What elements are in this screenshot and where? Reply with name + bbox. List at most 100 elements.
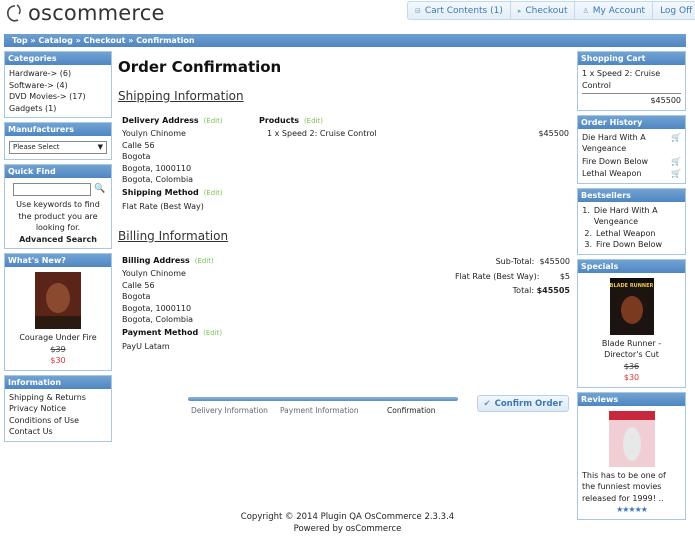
manufacturers-title: Manufacturers: [5, 123, 111, 136]
cart-line[interactable]: 1 x Speed 2: Cruise Control: [582, 68, 681, 91]
specials-old-price: $36: [623, 361, 640, 371]
my-account-label: My Account: [592, 5, 646, 16]
delivery-address-line: Bogota, Colombia: [122, 175, 194, 184]
whats-new-old-price: $39: [50, 344, 66, 354]
checkout-button[interactable]: ▸ Checkout: [509, 2, 575, 19]
payment-method-label: Payment Method: [122, 327, 199, 337]
info-link-shipping[interactable]: Shipping & Returns: [9, 392, 107, 404]
billing-address-line: Bogota, Colombia: [122, 315, 194, 324]
top-nav: ⊟ Cart Contents (1) ▸ Checkout ♙ My Acco…: [407, 1, 695, 20]
bestseller-item[interactable]: Fire Down Below: [596, 239, 662, 251]
breadcrumb[interactable]: Top » Catalog » Checkout » Confirmation: [4, 34, 686, 47]
specials-box: Specials BLADE RUNNER Blade Runner - Dir…: [577, 258, 686, 388]
history-item[interactable]: Fire Down Below: [582, 156, 648, 168]
left-column: Categories Hardware-> (6) Software-> (4)…: [4, 51, 112, 446]
courage-under-fire-image[interactable]: [35, 272, 81, 329]
product-price: $45500: [538, 129, 569, 138]
billing-address-label: Billing Address: [122, 256, 190, 265]
delivery-address-label: Delivery Address: [122, 116, 199, 125]
blade-runner-image[interactable]: BLADE RUNNER: [609, 277, 654, 335]
shipping-block: Delivery Address (Edit) Youlyn Chinome C…: [118, 116, 573, 216]
delivery-address-line: Bogota, 1000110: [122, 163, 192, 173]
chevron-down-icon: ▼: [97, 142, 103, 151]
bestsellers-title: Bestsellers: [578, 188, 685, 202]
specials-new-price: $30: [623, 373, 640, 382]
manufacturers-box: Manufacturers Please Select ▼: [4, 122, 112, 160]
cart-icon[interactable]: 🛒: [671, 168, 681, 180]
search-icon[interactable]: 🔍: [94, 184, 105, 196]
edit-billing-link[interactable]: (Edit): [195, 257, 214, 265]
order-history-box: Order History Die Hard With A Vengeance …: [577, 114, 686, 184]
information-title: Information: [5, 375, 111, 389]
bestseller-item[interactable]: Lethal Weapon: [596, 228, 655, 240]
edit-products-link[interactable]: (Edit): [304, 117, 323, 125]
shipping-method-label: Shipping Method: [122, 187, 199, 197]
shopping-cart-box: Shopping Cart 1 x Speed 2: Cruise Contro…: [577, 51, 686, 111]
progress-step-delivery[interactable]: Delivery Information: [191, 406, 268, 415]
confirm-order-button[interactable]: ✔ Confirm Order: [477, 395, 569, 412]
cart-contents-button[interactable]: ⊟ Cart Contents (1): [408, 2, 510, 19]
categories-box: Categories Hardware-> (6) Software-> (4)…: [4, 51, 112, 118]
log-off-button[interactable]: Log Off: [652, 2, 695, 19]
shipping-method-value: Flat Rate (Best Way): [122, 201, 204, 211]
review-product-image[interactable]: [608, 410, 655, 467]
info-link-conditions[interactable]: Conditions of Use: [9, 415, 107, 427]
category-link[interactable]: Software-> (4): [9, 80, 107, 92]
progress-step-payment[interactable]: Payment Information: [280, 406, 359, 415]
cart-total: $45500: [582, 93, 681, 107]
category-link[interactable]: DVD Movies-> (17): [9, 91, 107, 103]
manufacturers-select[interactable]: Please Select ▼: [9, 141, 107, 154]
edit-payment-link[interactable]: (Edit): [203, 329, 222, 337]
info-link-contact[interactable]: Contact Us: [9, 426, 107, 438]
rank-1: 1.: [582, 205, 590, 215]
history-item[interactable]: Lethal Weapon: [582, 168, 641, 180]
whats-new-box: What's New? Courage Under Fire $39 $30: [4, 253, 112, 371]
specials-product[interactable]: Blade Runner - Director's Cut: [582, 338, 681, 361]
totals-label: Sub-Total:: [495, 257, 535, 266]
category-link[interactable]: Hardware-> (6): [9, 68, 107, 80]
products-label: Products: [259, 116, 300, 125]
billing-address-line: Youlyn Chinome: [122, 269, 186, 278]
review-text[interactable]: This has to be one of the funniest movie…: [582, 470, 681, 505]
movie-cover-art: [608, 410, 655, 467]
advanced-search-link[interactable]: Advanced Search: [9, 234, 107, 246]
product-line: 1 x Speed 2: Cruise Control: [267, 129, 377, 138]
blade-runner-cover-text: BLADE RUNNER: [609, 282, 654, 289]
shipping-section-title: Shipping Information: [118, 89, 244, 103]
page-title: Order Confirmation: [118, 58, 282, 76]
payment-method-value: PayU Latam: [122, 341, 170, 351]
cart-icon[interactable]: 🛒: [671, 132, 681, 144]
person-icon: ♙: [582, 6, 589, 15]
categories-title: Categories: [5, 52, 111, 65]
footer-powered-by[interactable]: Powered by osCommerce: [0, 524, 695, 536]
billing-address-line: Bogota: [122, 292, 151, 301]
delivery-address-line: Calle 56: [122, 140, 155, 150]
whats-new-title: What's New?: [5, 254, 111, 267]
total-value: $45505: [536, 286, 570, 295]
info-link-privacy[interactable]: Privacy Notice: [9, 403, 107, 415]
edit-delivery-link[interactable]: (Edit): [204, 117, 223, 125]
checkout-progress-bar: [188, 397, 458, 401]
billing-address-line: Bogota, 1000110: [122, 303, 192, 313]
quick-find-input[interactable]: [13, 183, 91, 196]
category-link[interactable]: Gadgets (1): [9, 103, 107, 115]
history-item[interactable]: Die Hard With A Vengeance: [582, 132, 660, 155]
totals-label: Flat Rate (Best Way):: [454, 271, 540, 281]
shopping-cart-title: Shopping Cart: [578, 52, 685, 65]
edit-shipping-link[interactable]: (Edit): [204, 189, 223, 197]
right-column: Shopping Cart 1 x Speed 2: Cruise Contro…: [577, 51, 686, 524]
bestseller-item[interactable]: Die Hard With A Vengeance: [594, 205, 681, 228]
cart-contents-label: Cart Contents (1): [424, 5, 503, 16]
order-totals: Sub-Total: $45500 Flat Rate (Best Way): …: [370, 256, 570, 297]
whats-new-new-price: $30: [50, 356, 66, 365]
confirm-order-label: Confirm Order: [494, 398, 563, 409]
checkmark-icon: ✔: [483, 398, 491, 409]
logo[interactable]: oscommerce: [6, 1, 165, 25]
cart-icon[interactable]: 🛒: [671, 156, 681, 168]
my-account-button[interactable]: ♙ My Account: [574, 2, 652, 19]
arrow-right-icon: ▸: [517, 6, 522, 15]
totals-value: $45500: [539, 257, 570, 266]
whats-new-product[interactable]: Courage Under Fire: [9, 332, 107, 344]
logo-text: oscommerce: [28, 1, 165, 25]
delivery-address-line: Youlyn Chinome: [122, 129, 186, 138]
